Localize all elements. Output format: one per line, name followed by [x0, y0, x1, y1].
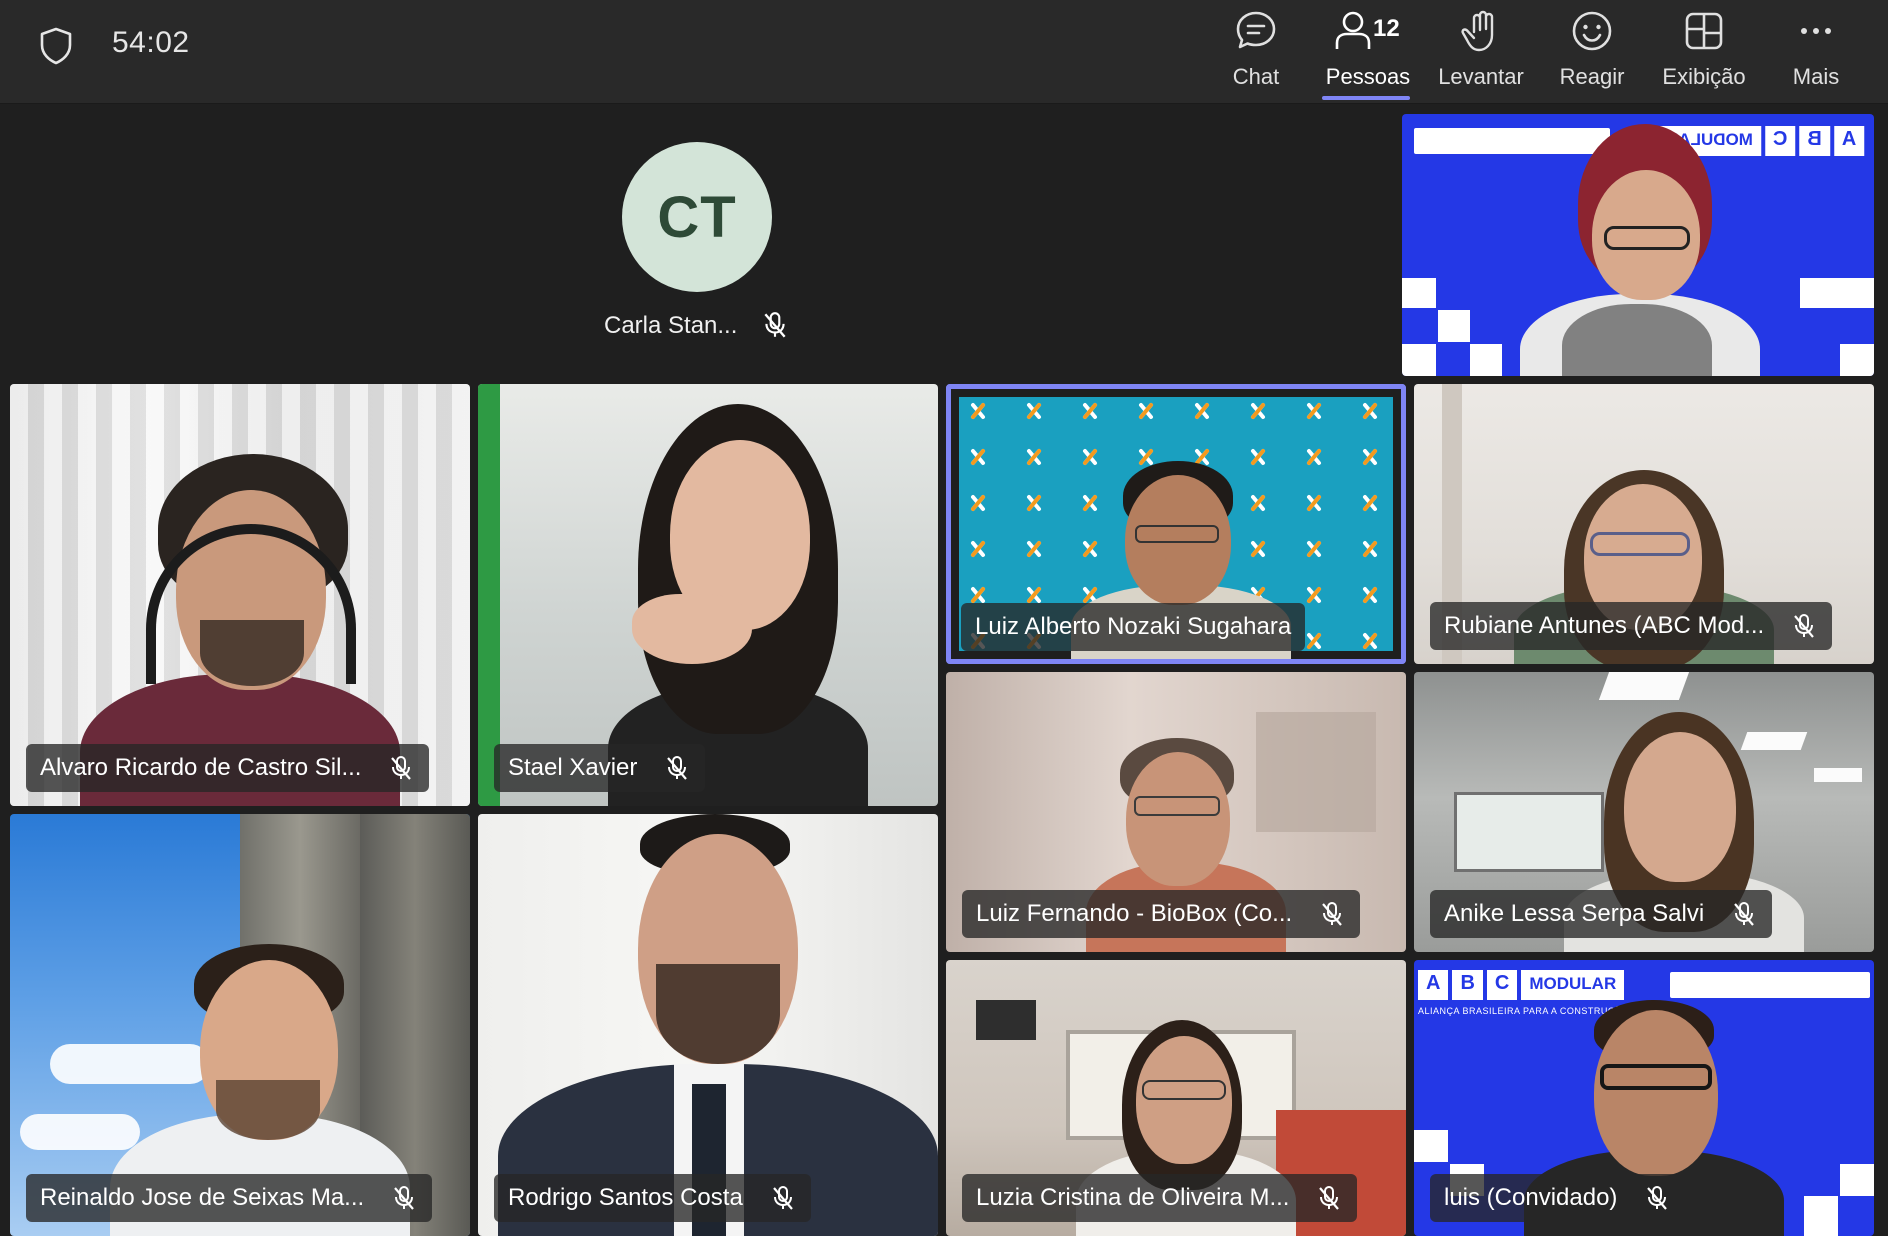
- react-button[interactable]: Reagir: [1537, 6, 1647, 98]
- shield-icon[interactable]: [38, 26, 74, 66]
- participant-nameplate: Rodrigo Santos Costa: [494, 1174, 811, 1222]
- people-count: 12: [1373, 15, 1400, 42]
- sponsor-logos: [1670, 972, 1870, 998]
- video-tile[interactable]: Alvaro Ricardo de Castro Sil...: [10, 384, 470, 806]
- video-tile[interactable]: Stael Xavier: [478, 384, 938, 806]
- mic-muted-icon: [667, 756, 688, 780]
- chat-icon: [1236, 11, 1276, 49]
- participant-nameplate: Luiz Alberto Nozaki Sugahara: [961, 603, 1306, 651]
- layout-icon: [1685, 12, 1723, 50]
- chat-label: Chat: [1232, 64, 1280, 89]
- participant-name: Anike Lessa Serpa Salvi: [1444, 900, 1705, 927]
- video-tile[interactable]: Reinaldo Jose de Seixas Ma...: [10, 814, 470, 1236]
- participant-name: Luiz Alberto Nozaki Sugahara: [975, 613, 1292, 640]
- meeting-timer: 54:02: [112, 26, 190, 59]
- view-label: Exibição: [1662, 64, 1746, 89]
- mic-muted-icon: [1647, 1186, 1668, 1210]
- participant-nameplate: luis (Convidado): [1430, 1174, 1686, 1222]
- participant-nameplate: Rubiane Antunes (ABC Mod...: [1430, 602, 1833, 650]
- mic-muted-icon: [394, 1186, 415, 1210]
- video-tile[interactable]: Rubiane Antunes (ABC Mod...: [1414, 384, 1874, 664]
- mic-muted-icon: [1794, 614, 1815, 638]
- avatar-participant[interactable]: CT Carla Stan...: [560, 140, 830, 350]
- meeting-toolbar: 54:02 Chat Pessoas 12 Levantar Reagir Ex…: [0, 0, 1888, 104]
- participant-nameplate: Luiz Fernando - BioBox (Co...: [962, 890, 1361, 938]
- participant-nameplate: Anike Lessa Serpa Salvi: [1430, 890, 1773, 938]
- abc-modular-logo: A B C MODULAR: [1418, 970, 1625, 1000]
- mic-muted-icon: [1322, 902, 1342, 926]
- mic-muted-icon: [1319, 1186, 1340, 1210]
- participant-name: Stael Xavier: [508, 754, 638, 781]
- raise-hand-label: Levantar: [1438, 64, 1524, 89]
- people-icon: [1335, 11, 1371, 49]
- video-tile[interactable]: Rodrigo Santos Costa: [478, 814, 938, 1236]
- participant-name: Carla Stan...: [604, 312, 738, 339]
- video-tile[interactable]: Anike Lessa Serpa Salvi: [1414, 672, 1874, 952]
- raise-hand-button[interactable]: Levantar: [1426, 6, 1536, 98]
- video-tile[interactable]: Luiz Fernando - BioBox (Co...: [946, 672, 1406, 952]
- participant-name: Luzia Cristina de Oliveira M...: [976, 1184, 1290, 1211]
- video-tile[interactable]: Luzia Cristina de Oliveira M...: [946, 960, 1406, 1236]
- more-icon: [1801, 28, 1831, 34]
- participant-name: Luiz Fernando - BioBox (Co...: [976, 900, 1293, 927]
- mic-muted-icon: [1734, 902, 1754, 926]
- sponsor-logos: [1414, 128, 1610, 154]
- mic-muted-icon: [764, 312, 786, 338]
- people-button[interactable]: Pessoas: [1313, 6, 1423, 98]
- react-label: Reagir: [1559, 64, 1625, 89]
- chat-button[interactable]: Chat: [1201, 6, 1311, 98]
- participant-name: Reinaldo Jose de Seixas Ma...: [40, 1184, 365, 1211]
- emoji-icon: [1572, 11, 1612, 51]
- active-tab-indicator: [1322, 96, 1410, 100]
- video-stage: CT Carla Stan... A B C MODULAR Alvaro Ri…: [0, 104, 1888, 1236]
- more-label: Mais: [1792, 64, 1840, 89]
- participant-name: luis (Convidado): [1444, 1184, 1618, 1211]
- mic-muted-icon: [772, 1186, 793, 1210]
- avatar: CT: [622, 142, 772, 292]
- view-button[interactable]: Exibição: [1649, 6, 1759, 98]
- participant-nameplate: Alvaro Ricardo de Castro Sil...: [26, 744, 430, 792]
- people-label: Pessoas: [1325, 64, 1411, 89]
- mic-muted-icon: [391, 756, 412, 780]
- participant-nameplate: Reinaldo Jose de Seixas Ma...: [26, 1174, 433, 1222]
- participant-name: Rubiane Antunes (ABC Mod...: [1444, 612, 1765, 639]
- video-tile-banner-host[interactable]: A B C MODULAR: [1402, 114, 1874, 376]
- more-button[interactable]: Mais: [1761, 6, 1871, 98]
- video-tile-active-speaker[interactable]: Luiz Alberto Nozaki Sugahara: [946, 384, 1406, 664]
- video-tile[interactable]: A B C MODULAR ALIANÇA BRASILEIRA PARA A …: [1414, 960, 1874, 1236]
- participant-name: Alvaro Ricardo de Castro Sil...: [40, 754, 362, 781]
- raise-hand-icon: [1461, 10, 1494, 52]
- participant-nameplate: Luzia Cristina de Oliveira M...: [962, 1174, 1358, 1222]
- participant-name: Rodrigo Santos Costa: [508, 1184, 743, 1211]
- participant-nameplate: Stael Xavier: [494, 744, 706, 792]
